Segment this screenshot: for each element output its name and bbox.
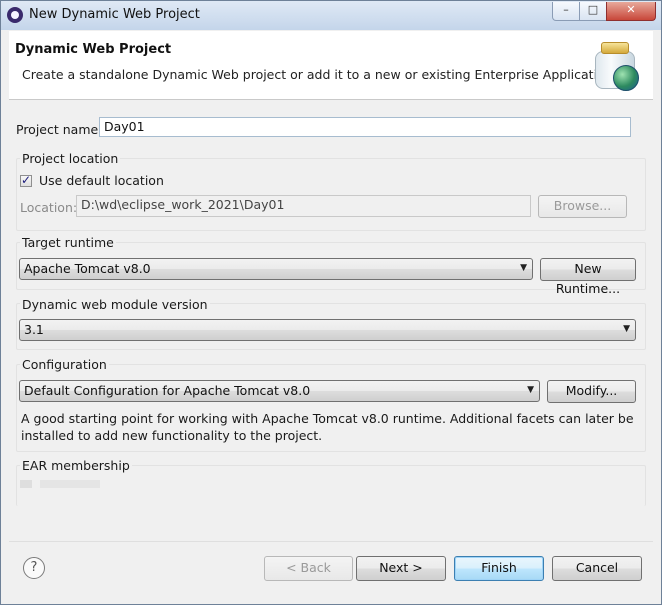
location-input[interactable]: D:\wd\eclipse_work_2021\Day01: [76, 195, 531, 217]
wizard-header: Dynamic Web Project Create a standalone …: [9, 31, 653, 100]
dialog-window: New Dynamic Web Project – □ ✕ Dynamic We…: [0, 0, 662, 605]
finish-button[interactable]: Finish: [454, 556, 544, 581]
use-default-location-checkbox[interactable]: [20, 173, 32, 187]
ear-checkbox-partial: [20, 480, 100, 488]
module-version-label: Dynamic web module version: [20, 297, 210, 312]
web-project-jar-icon: [593, 41, 641, 91]
help-icon[interactable]: ?: [23, 557, 45, 579]
maximize-button[interactable]: □: [579, 2, 607, 21]
new-runtime-button[interactable]: New Runtime...: [540, 258, 636, 296]
module-version-value: 3.1: [24, 322, 44, 337]
page-description: Create a standalone Dynamic Web project …: [22, 67, 617, 82]
page-title: Dynamic Web Project: [15, 42, 172, 57]
configuration-select[interactable]: Default Configuration for Apache Tomcat …: [19, 380, 540, 402]
chevron-down-icon: ▼: [623, 324, 630, 334]
target-runtime-value: Apache Tomcat v8.0: [24, 261, 151, 276]
project-name-label: Project name:: [16, 122, 103, 137]
use-default-location-label: Use default location: [39, 173, 164, 188]
window-title: New Dynamic Web Project: [29, 7, 200, 22]
ear-membership-label: EAR membership: [20, 458, 132, 473]
project-location-label: Project location: [20, 151, 121, 166]
chevron-down-icon: ▼: [520, 263, 527, 273]
browse-button[interactable]: Browse...: [538, 195, 627, 218]
eclipse-icon: [7, 7, 23, 23]
close-button[interactable]: ✕: [606, 2, 656, 21]
location-label: Location:: [20, 200, 78, 215]
minimize-button[interactable]: –: [552, 2, 580, 21]
configuration-label: Configuration: [20, 357, 109, 372]
target-runtime-select[interactable]: Apache Tomcat v8.0 ▼: [19, 258, 533, 280]
title-bar[interactable]: New Dynamic Web Project – □ ✕: [1, 1, 661, 30]
module-version-select[interactable]: 3.1 ▼: [19, 319, 636, 341]
modify-button[interactable]: Modify...: [547, 380, 636, 403]
configuration-value: Default Configuration for Apache Tomcat …: [24, 383, 311, 398]
cancel-button[interactable]: Cancel: [552, 556, 642, 581]
next-button[interactable]: Next >: [356, 556, 446, 581]
target-runtime-label: Target runtime: [20, 235, 116, 250]
project-name-input[interactable]: Day01: [99, 117, 631, 137]
chevron-down-icon: ▼: [527, 385, 534, 395]
configuration-description-line2: installed to add new functionality to th…: [21, 428, 323, 443]
configuration-description-line1: A good starting point for working with A…: [21, 411, 634, 426]
back-button[interactable]: < Back: [264, 556, 353, 581]
footer-separator: [9, 541, 653, 542]
